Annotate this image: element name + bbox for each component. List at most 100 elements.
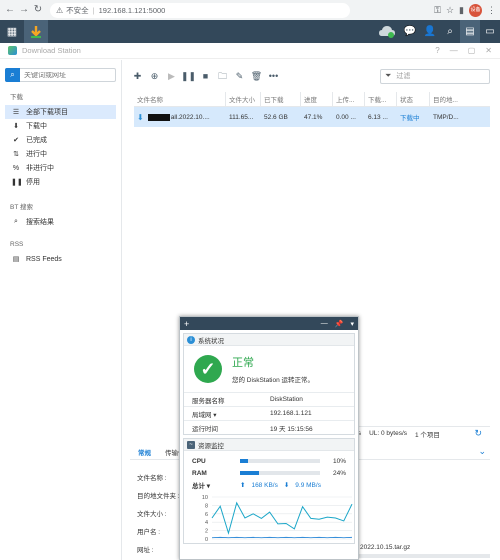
sidepanel-icon[interactable]: ▮ — [459, 5, 464, 16]
sidebar-item-rss-feeds[interactable]: ▤ RSS Feeds — [5, 252, 116, 266]
resume-icon[interactable]: ▶ — [164, 69, 179, 84]
sidebar-item-label: 非进行中 — [26, 165, 54, 172]
y-tick-label: 4 — [205, 520, 208, 526]
y-tick-label: 8 — [205, 503, 208, 509]
uptime-value: 19 天 15:15:56 — [270, 425, 313, 433]
cell-status: 下载中 — [400, 115, 420, 122]
back-icon[interactable]: ← — [4, 3, 16, 17]
download-rate: 9.9 MB/s — [295, 481, 321, 489]
sidebar-item-all[interactable]: ☰ 全部下载项目 — [5, 105, 116, 119]
delete-icon[interactable]: 🗑 — [249, 69, 264, 84]
health-status: ✓ 正常 您的 DiskStation 运转正常。 — [184, 346, 354, 392]
cpu-row: CPU 10% — [184, 455, 354, 467]
stop-icon[interactable]: ■ — [198, 69, 213, 84]
sidebar-item-completed[interactable]: ✔ 已完成 — [5, 133, 116, 147]
sidebar-item-active[interactable]: ⇅ 进行中 — [5, 147, 116, 161]
magnifier-icon: ⌕ — [14, 218, 18, 225]
y-tick-label: 10 — [202, 495, 208, 501]
desktop-icon[interactable]: ▭ — [480, 20, 500, 43]
col-header-download[interactable]: 下载... — [365, 92, 397, 106]
reload-icon[interactable]: ↻ — [32, 3, 44, 17]
url-separator: | — [92, 5, 95, 15]
sidebar-item-label: 搜索结果 — [26, 219, 54, 226]
download-station-logo — [8, 46, 17, 55]
forward-icon[interactable]: → — [18, 3, 30, 17]
search-icon[interactable]: ⌕ — [440, 20, 460, 43]
refresh-icon[interactable]: ↻ — [474, 428, 482, 439]
sidebar-item-label: 停用 — [26, 179, 40, 186]
sidebar-item-inactive[interactable]: % 非进行中 — [5, 161, 116, 175]
checkmark-icon: ✔ — [13, 137, 19, 144]
widget-settings-icon[interactable]: ▾ — [350, 320, 354, 328]
search-icon[interactable]: ⌕ — [5, 67, 20, 82]
cloud-sync-icon[interactable] — [374, 20, 400, 43]
maximize-icon[interactable]: ▢ — [468, 46, 476, 55]
col-header-destination[interactable]: 目的地... — [430, 92, 470, 106]
section-bt-search: BT 搜索 — [10, 204, 33, 211]
col-header-downloaded[interactable]: 已下载 — [261, 92, 301, 106]
cell-downloaded: 52.6 GB — [264, 113, 288, 121]
add-icon[interactable]: ✚ — [130, 69, 145, 84]
col-header-progress[interactable]: 进度 — [301, 92, 333, 106]
col-header-status[interactable]: 状态 — [397, 92, 430, 106]
more-icon[interactable]: ••• — [266, 69, 281, 84]
edit-icon[interactable]: ✎ — [232, 69, 247, 84]
filter-input[interactable]: ⏷ 过滤 — [380, 68, 490, 84]
main-menu-icon[interactable]: ▦ — [0, 20, 24, 43]
browser-toolbar: ← → ↻ ⚠ 不安全 | 192.168.1.121:5000 ⚿ ☆ ▮ 设… — [0, 0, 500, 20]
table-row[interactable]: ⬇ all.2022.10.... 111.65... 52.6 GB 47.1… — [134, 107, 490, 127]
detail-field-destination: 目的地文件夹 : — [137, 493, 180, 500]
help-icon[interactable]: ? — [435, 46, 439, 55]
user-icon[interactable]: 👤 — [420, 20, 440, 43]
ram-label: RAM — [192, 469, 207, 477]
ram-pct: 24% — [332, 469, 346, 477]
close-icon[interactable]: ✕ — [485, 46, 492, 55]
pause-icon[interactable]: ❚❚ — [181, 69, 196, 84]
download-station-task-icon[interactable] — [24, 20, 48, 43]
address-bar[interactable]: ⚠ 不安全 | 192.168.1.121:5000 — [50, 2, 350, 18]
url-text: 192.168.1.121:5000 — [98, 5, 166, 15]
cell-download: 6.13 ... — [368, 113, 388, 121]
item-count: 1 个项目 — [415, 431, 440, 439]
inactive-icon: % — [12, 164, 20, 172]
lan-label[interactable]: 局域网 ▾ — [192, 409, 270, 419]
widget-header: + — 📌 ▾ — [180, 317, 358, 330]
add-widget-icon[interactable]: + — [184, 319, 189, 329]
total-selector[interactable]: 总计 ▾ — [192, 480, 240, 490]
collapse-chevron-icon[interactable]: ⌄ — [478, 446, 486, 457]
sidebar-item-paused[interactable]: ❚❚ 停用 — [5, 175, 116, 189]
horizontal-scrollbar[interactable] — [356, 554, 490, 558]
col-header-upload[interactable]: 上传... — [333, 92, 365, 106]
health-status-title: 正常 — [232, 357, 254, 369]
detail-url-value: 2022.10.15.tar.gz — [360, 544, 411, 551]
notifications-icon[interactable]: 💬 — [400, 20, 420, 43]
minimize-icon[interactable]: — — [450, 46, 458, 55]
lan-ip-value: 192.168.1.121 — [270, 410, 312, 417]
lan-row[interactable]: 局域网 ▾ 192.168.1.121 — [184, 406, 354, 420]
network-chart: 10 8 6 4 2 0 — [202, 495, 353, 543]
system-health-title: 系统状况 — [198, 337, 224, 345]
minimize-widget-icon[interactable]: — — [321, 320, 328, 328]
key-icon[interactable]: ⚿ — [434, 5, 441, 16]
y-tick-label: 0 — [205, 537, 208, 543]
profile-avatar[interactable]: 设备 — [469, 3, 482, 17]
bookmark-star-icon[interactable]: ☆ — [446, 5, 454, 16]
widgets-icon[interactable]: ▤ — [460, 20, 480, 43]
sidebar-item-label: 下载中 — [26, 123, 47, 130]
add-url-icon[interactable]: ⊕ — [147, 69, 162, 84]
downloading-arrow-icon: ⬇ — [137, 112, 144, 122]
sidebar-item-search-results[interactable]: ⌕ 搜索结果 — [5, 215, 116, 229]
col-header-name[interactable]: 文件名称 — [134, 92, 226, 106]
menu-icon[interactable]: ⋮ — [487, 5, 496, 16]
server-name-value: DiskStation — [270, 396, 303, 403]
sidebar-item-downloading[interactable]: ⬇ 下载中 — [5, 119, 116, 133]
folder-icon[interactable]: 🗀 — [215, 69, 230, 84]
search-input[interactable] — [20, 71, 115, 79]
download-arrow-icon: ⬇ — [283, 482, 290, 489]
info-icon: i — [187, 335, 195, 344]
cpu-pct: 10% — [332, 457, 346, 465]
ram-bar-fill — [240, 471, 260, 475]
pin-icon[interactable]: 📌 — [335, 320, 344, 328]
col-header-size[interactable]: 文件大小 — [226, 92, 261, 106]
tab-general[interactable]: 常规 — [138, 447, 151, 457]
